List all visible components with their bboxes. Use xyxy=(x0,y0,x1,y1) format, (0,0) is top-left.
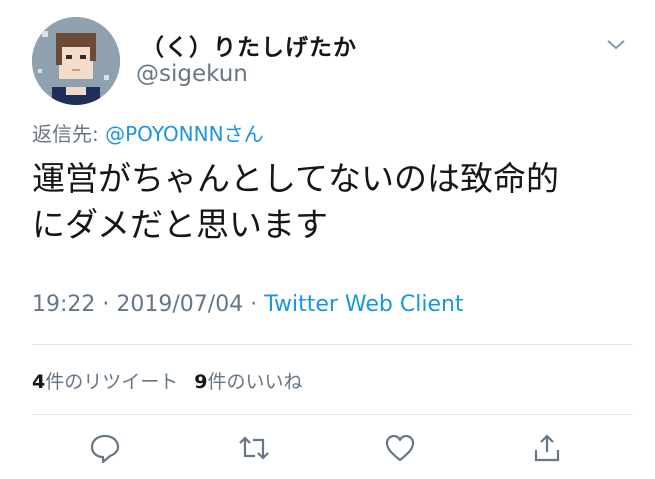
tweet-meta: 19:22 · 2019/07/04 · Twitter Web Client xyxy=(32,292,464,317)
divider xyxy=(32,414,633,415)
divider xyxy=(32,344,633,345)
retweets-label: 件のリツイート xyxy=(45,371,179,393)
like-icon[interactable] xyxy=(384,432,416,464)
reply-prefix: 返信先: xyxy=(32,122,106,146)
tweet-date[interactable]: 2019/07/04 xyxy=(116,292,243,317)
likes-label: 件のいいね xyxy=(207,371,303,393)
tweet-time[interactable]: 19:22 xyxy=(32,292,95,317)
avatar[interactable] xyxy=(32,17,120,105)
client-link[interactable]: Twitter Web Client xyxy=(264,292,463,317)
tweet-text: 運営がちゃんとしてないのは致命的 にダメだと思います xyxy=(32,159,560,244)
likes-stat[interactable]: 9件のいいね xyxy=(194,371,302,393)
meta-separator: · xyxy=(95,292,117,317)
retweets-count: 4 xyxy=(32,371,46,393)
retweet-icon[interactable] xyxy=(237,432,269,464)
tweet-stats: 4件のリツイート 9件のいいね xyxy=(32,367,303,394)
likes-count: 9 xyxy=(194,371,208,393)
reply-mention-link[interactable]: @POYONNNさん xyxy=(105,122,263,146)
reply-context: 返信先: @POYONNNさん xyxy=(32,118,264,147)
display-name[interactable]: （く）りたしげたか xyxy=(141,28,357,62)
user-handle[interactable]: @sigekun xyxy=(136,61,248,87)
chevron-down-icon[interactable] xyxy=(604,36,628,54)
meta-separator: · xyxy=(243,292,265,317)
retweets-stat[interactable]: 4件のリツイート xyxy=(32,371,178,393)
reply-icon[interactable] xyxy=(89,432,121,464)
share-icon[interactable] xyxy=(531,432,563,464)
